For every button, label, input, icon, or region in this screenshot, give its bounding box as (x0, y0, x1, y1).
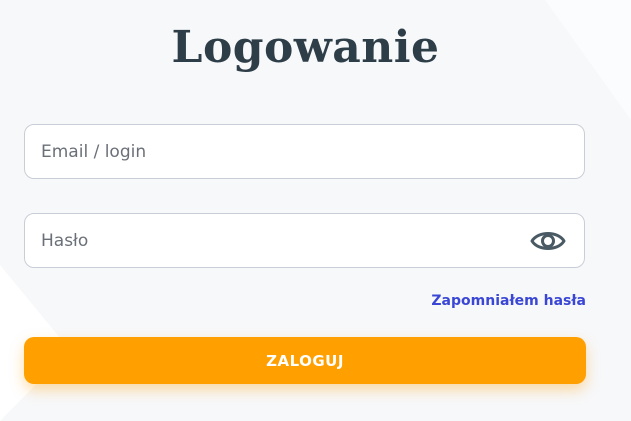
email-field[interactable] (25, 125, 584, 178)
email-field-wrapper (24, 124, 585, 179)
eye-icon[interactable] (530, 228, 566, 254)
login-button[interactable]: ZALOGUJ (24, 337, 586, 384)
forgot-password-link[interactable]: Zapomniałem hasła (431, 293, 586, 309)
password-field[interactable] (25, 214, 584, 267)
page-title: Logowanie (171, 22, 440, 73)
password-field-wrapper (24, 213, 585, 268)
